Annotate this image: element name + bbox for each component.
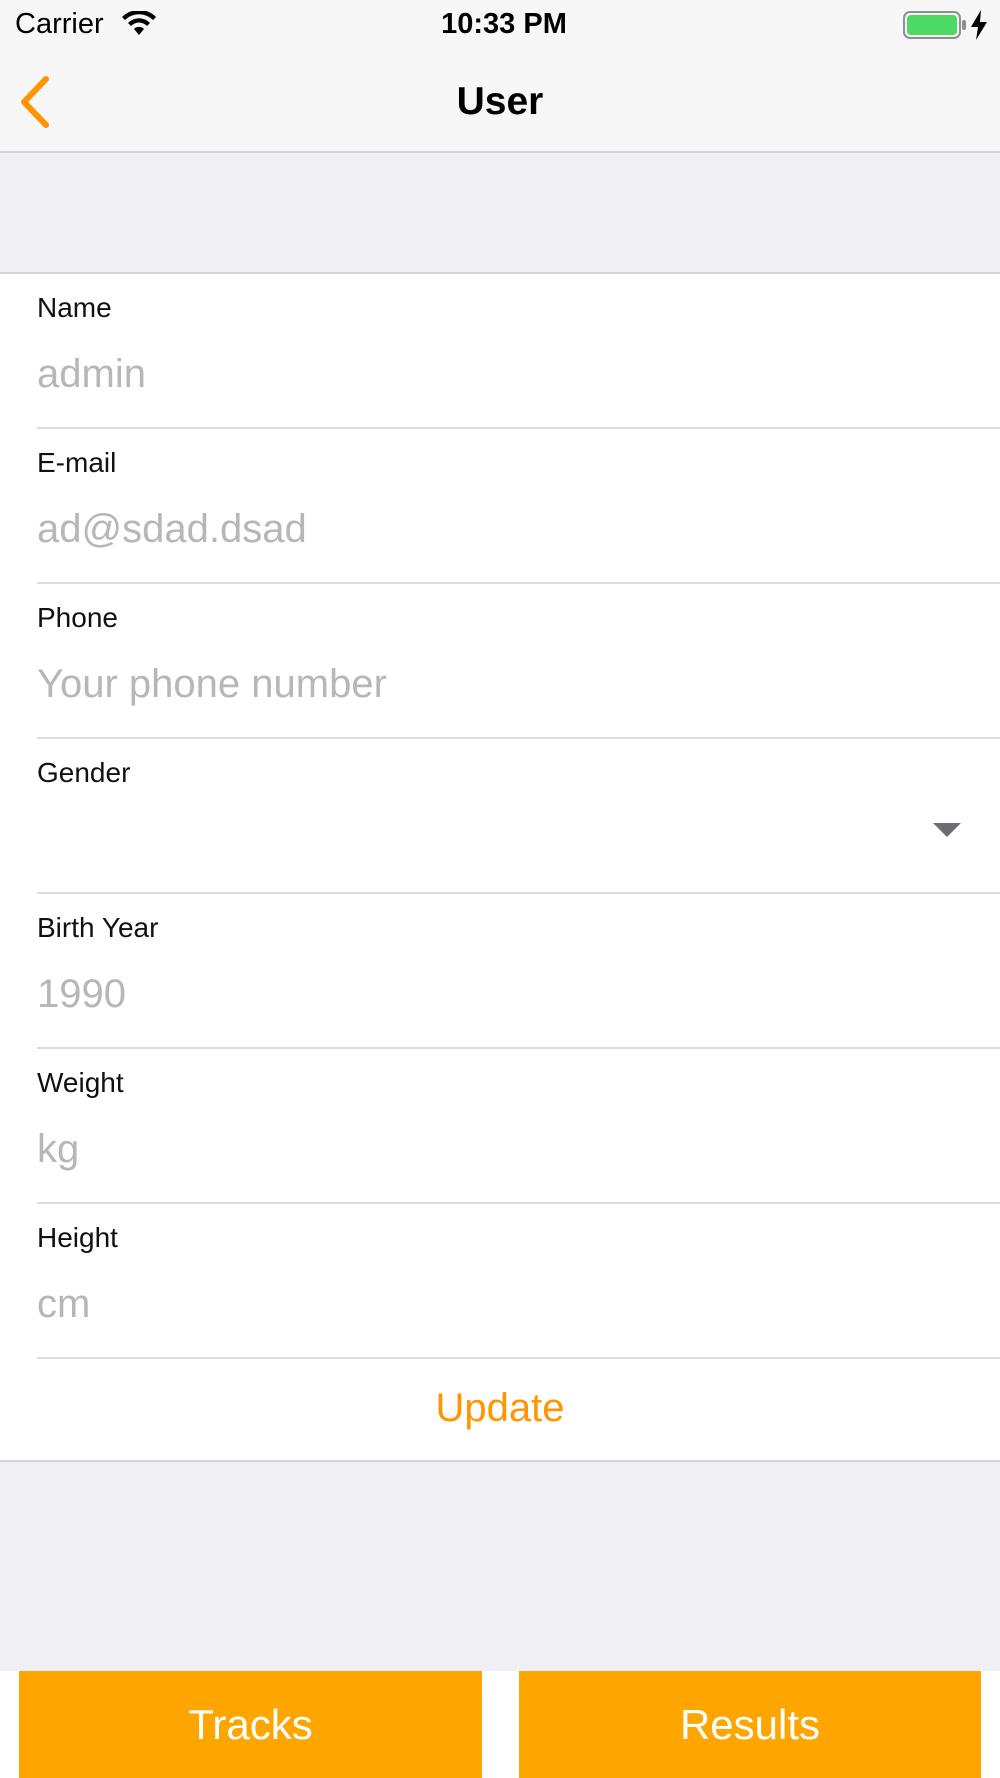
height-field-row: Height bbox=[0, 1204, 1000, 1359]
birth-year-input[interactable] bbox=[37, 966, 937, 1022]
weight-input[interactable] bbox=[37, 1121, 937, 1177]
email-label: E-mail bbox=[37, 447, 117, 478]
update-button[interactable]: Update bbox=[0, 1356, 1000, 1460]
gender-field-row: Gender bbox=[0, 739, 1000, 894]
height-input[interactable] bbox=[37, 1276, 937, 1332]
gender-select[interactable] bbox=[37, 811, 977, 867]
user-form: Name E-mail Phone Gender Birth Year Weig… bbox=[0, 272, 1000, 1462]
phone-input[interactable] bbox=[37, 656, 937, 712]
weight-field-row: Weight bbox=[0, 1049, 1000, 1204]
name-label: Name bbox=[37, 292, 112, 323]
birth-year-field-row: Birth Year bbox=[0, 894, 1000, 1049]
email-field-row: E-mail bbox=[0, 429, 1000, 584]
height-label: Height bbox=[37, 1222, 118, 1253]
clock-time: 10:33 PM bbox=[441, 8, 567, 40]
phone-field-row: Phone bbox=[0, 584, 1000, 739]
status-bar: Carrier 10:33 PM bbox=[0, 0, 1000, 50]
results-button[interactable]: Results bbox=[519, 1671, 981, 1778]
weight-label: Weight bbox=[37, 1067, 124, 1098]
birth-year-label: Birth Year bbox=[37, 912, 159, 943]
name-field-row: Name bbox=[0, 274, 1000, 429]
email-input[interactable] bbox=[37, 501, 937, 557]
phone-label: Phone bbox=[37, 602, 118, 633]
name-input[interactable] bbox=[37, 346, 937, 402]
tracks-button[interactable]: Tracks bbox=[19, 1671, 482, 1778]
gender-label: Gender bbox=[37, 757, 131, 788]
dropdown-arrow-icon[interactable] bbox=[933, 821, 961, 842]
bottom-bar: Tracks Results bbox=[0, 1671, 1000, 1778]
navigation-bar: User bbox=[0, 50, 1000, 153]
charging-bolt-icon bbox=[970, 10, 988, 45]
page-title: User bbox=[456, 80, 544, 123]
battery-icon bbox=[903, 11, 967, 44]
